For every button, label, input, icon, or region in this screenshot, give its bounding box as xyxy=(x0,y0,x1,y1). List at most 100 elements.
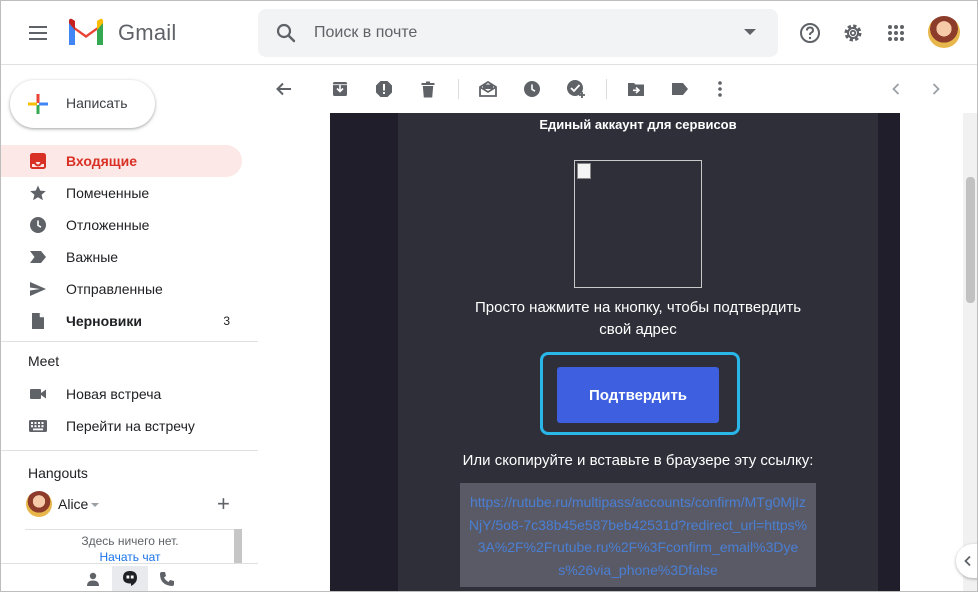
hangouts-scrollbar[interactable] xyxy=(234,529,242,563)
hangouts-section-title: Hangouts xyxy=(28,465,88,481)
account-avatar[interactable] xyxy=(928,16,960,48)
search-bar[interactable] xyxy=(258,9,778,57)
settings-button[interactable] xyxy=(835,15,871,51)
contacts-tab[interactable] xyxy=(75,566,111,591)
sidebar-item-label: Отложенные xyxy=(66,217,150,233)
sidebar-item-label: Входящие xyxy=(66,153,137,169)
divider xyxy=(1,450,258,451)
email-outer-background: Единый аккаунт для сервисов Просто нажми… xyxy=(330,113,900,591)
sidebar-item-label: Помеченные xyxy=(66,185,150,201)
message-body: Единый аккаунт для сервисов Просто нажми… xyxy=(258,113,963,591)
back-button[interactable] xyxy=(270,75,298,103)
gear-icon xyxy=(844,24,862,42)
move-to-folder-icon xyxy=(628,82,644,96)
draft-icon xyxy=(28,312,48,330)
video-icon xyxy=(28,385,48,403)
older-message-button[interactable] xyxy=(922,75,950,103)
phone-icon xyxy=(160,572,174,586)
search-options-caret-icon[interactable] xyxy=(744,29,756,35)
sidebar-item-drafts[interactable]: Черновики 3 xyxy=(1,305,242,337)
chat-tab[interactable] xyxy=(112,566,148,591)
sidebar-item-sent[interactable]: Отправленные xyxy=(1,273,242,305)
gmail-window: Gmail Поиск в почте Написать Входящие По… xyxy=(0,0,978,592)
arrow-left-icon xyxy=(276,82,291,96)
labels-button[interactable] xyxy=(666,75,694,103)
confirm-button[interactable]: Подтвердить xyxy=(557,367,719,423)
star-icon xyxy=(28,184,48,202)
menu-icon-line xyxy=(29,32,47,34)
hangouts-user-avatar[interactable] xyxy=(26,491,52,517)
sidebar-item-label: Важные xyxy=(66,249,119,265)
message-toolbar xyxy=(258,66,977,113)
sidebar-item-label: Перейти на встречу xyxy=(66,418,195,434)
divider xyxy=(1,341,258,342)
broken-image-icon xyxy=(577,163,591,179)
gmail-logo-icon[interactable] xyxy=(67,17,105,47)
start-chat-link[interactable]: Начать чат xyxy=(25,550,235,563)
apps-button[interactable] xyxy=(878,15,914,51)
add-task-icon xyxy=(567,80,585,98)
help-icon xyxy=(800,23,820,43)
copy-link-instruction: Или скопируйте и вставьте в браузере эту… xyxy=(462,452,814,469)
sidebar-item-snoozed[interactable]: Отложенные xyxy=(1,209,242,241)
search-icon[interactable] xyxy=(274,21,298,45)
sidebar-item-inbox[interactable]: Входящие xyxy=(1,145,242,177)
apps-grid-icon xyxy=(888,25,904,41)
phone-tab[interactable] xyxy=(149,566,185,591)
sidebar-item-important[interactable]: Важные xyxy=(1,241,242,273)
important-icon xyxy=(28,248,48,266)
more-vertical-icon xyxy=(718,81,722,97)
move-to-button[interactable] xyxy=(622,75,650,103)
sidebar-item-starred[interactable]: Помеченные xyxy=(1,177,242,209)
mark-unread-button[interactable] xyxy=(474,75,502,103)
keyboard-icon xyxy=(28,417,48,435)
gmail-logo-text: Gmail xyxy=(118,20,177,45)
hangouts-empty-text: Здесь ничего нет. xyxy=(81,534,179,548)
confirm-link-box: https://rutube.ru/multipass/accounts/con… xyxy=(460,483,816,587)
chevron-right-icon xyxy=(932,83,940,95)
email-heading: Единый аккаунт для сервисов xyxy=(539,117,737,132)
chevron-left-icon xyxy=(964,555,971,567)
inbox-icon xyxy=(28,152,48,170)
menu-icon-line xyxy=(29,26,47,28)
clock-icon xyxy=(524,81,540,97)
sidebar-item-join-meeting[interactable]: Перейти на встречу xyxy=(1,410,242,442)
mark-unread-icon xyxy=(479,81,497,97)
person-icon xyxy=(87,572,99,586)
trash-icon xyxy=(421,81,435,97)
report-spam-button[interactable] xyxy=(370,75,398,103)
chevron-down-icon[interactable] xyxy=(91,503,99,507)
delete-button[interactable] xyxy=(414,75,442,103)
email-card: Единый аккаунт для сервисов Просто нажми… xyxy=(398,113,878,591)
hangouts-user-name[interactable]: Alice xyxy=(58,496,88,512)
sidebar-item-label: Новая встреча xyxy=(66,386,162,402)
snooze-button[interactable] xyxy=(518,75,546,103)
label-icon xyxy=(672,83,688,95)
page-scrollbar[interactable] xyxy=(963,113,977,591)
toolbar-separator xyxy=(458,79,459,99)
confirm-link[interactable]: https://rutube.ru/multipass/accounts/con… xyxy=(468,491,808,581)
compose-button[interactable]: Написать xyxy=(10,80,155,128)
report-spam-icon xyxy=(376,81,392,97)
sidebar-item-label: Черновики xyxy=(66,313,143,329)
menu-icon-line xyxy=(29,38,47,40)
toolbar-separator xyxy=(606,79,607,99)
more-options-button[interactable] xyxy=(706,75,734,103)
archive-icon xyxy=(333,82,347,96)
scrollbar-thumb[interactable] xyxy=(966,177,975,303)
drafts-count-badge: 3 xyxy=(223,314,230,328)
hangouts-chat-icon xyxy=(123,571,137,586)
add-to-tasks-button[interactable] xyxy=(562,75,590,103)
compose-plus-icon xyxy=(28,94,48,114)
archive-button[interactable] xyxy=(326,75,354,103)
help-button[interactable] xyxy=(792,15,828,51)
newer-message-button[interactable] xyxy=(882,75,910,103)
sidebar-item-new-meeting[interactable]: Новая встреча xyxy=(1,378,242,410)
meet-section-title: Meet xyxy=(28,353,60,369)
send-icon xyxy=(28,280,48,298)
email-instruction-text: Просто нажмите на кнопку, чтобы подтверд… xyxy=(474,299,802,338)
compose-label: Написать xyxy=(66,95,128,111)
new-chat-plus-icon[interactable]: + xyxy=(217,493,230,515)
main-menu-button[interactable] xyxy=(18,13,58,53)
search-input[interactable] xyxy=(314,21,714,45)
